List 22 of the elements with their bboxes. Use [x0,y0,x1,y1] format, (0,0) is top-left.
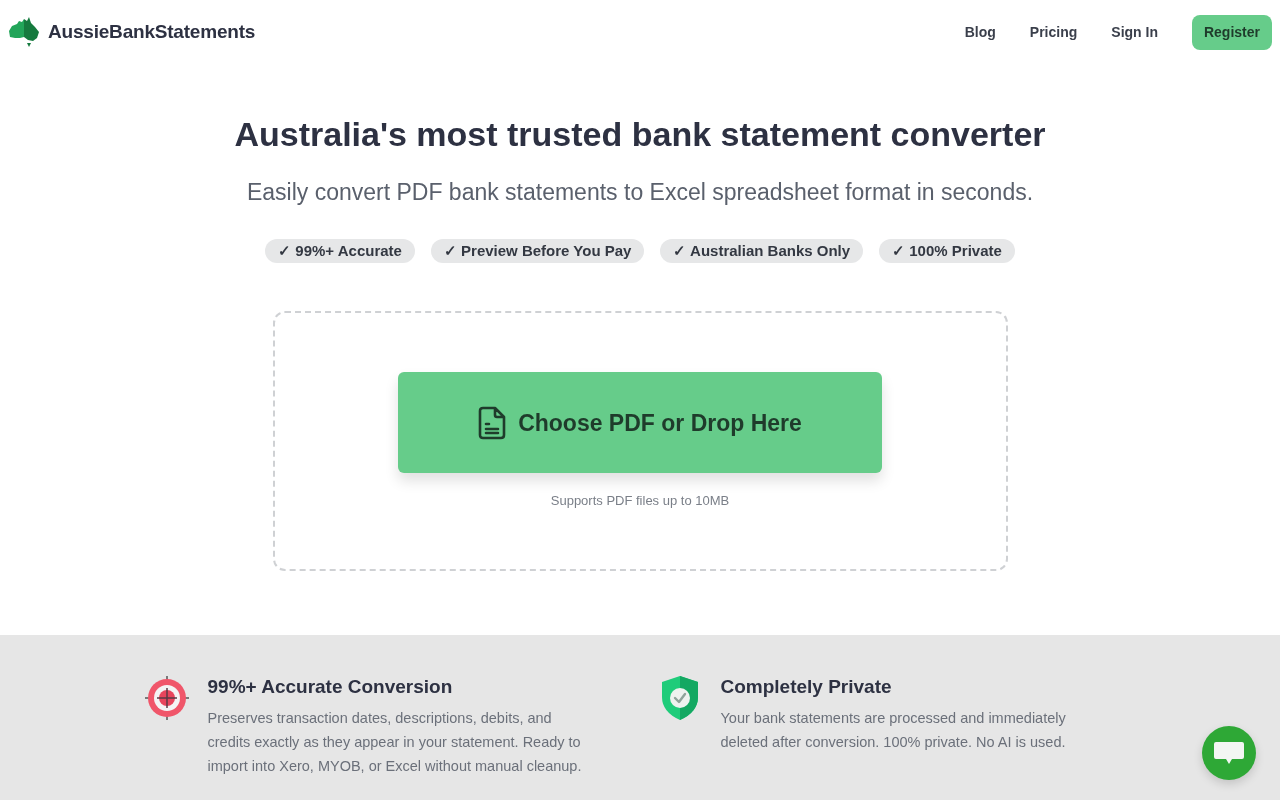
feature-badge: ✓ 100% Private [879,239,1015,264]
upload-hint: Supports PDF files up to 10MB [549,492,731,511]
register-button[interactable]: Register [1191,14,1272,50]
nav-link[interactable]: Blog [964,15,996,49]
chat-bubble-icon [1213,740,1245,766]
subheading: Easily convert PDF bank statements to Excel spreadsheet format in seconds. [245,177,1035,207]
feature-title: 99%+ Accurate Conversion [207,675,454,700]
brand-name[interactable]: AussieBankStatements [48,17,256,47]
australia-map-logo-icon[interactable] [8,16,40,48]
nav-link[interactable]: Pricing [1029,15,1078,49]
feature-description: Your bank statements are processed and immediately deleted after conversion. 100% private. No AI is used. [720,709,1067,752]
feature-description: Preserves transaction dates, descriptions, debits, and credits exactly as they appear in your statement. Ready to import into Xero, MYOB, or Excel without manual cleanup. [207,709,583,776]
choose-pdf-button[interactable]: Choose PDF or Drop Here [398,372,882,474]
feature-badge: ✓ Australian Banks Only [660,239,864,264]
page-heading: Australia's most trusted bank statement converter [233,114,1047,155]
drop-zone[interactable]: Choose PDF or Drop Here Supports PDF files up to 10MB [272,311,1008,572]
target-icon [143,675,190,722]
feature-badge: ✓ 99%+ Accurate [265,239,415,264]
document-icon [478,405,507,440]
nav-link[interactable]: Sign In [1111,15,1158,49]
feature-badge: ✓ Preview Before You Pay [430,239,645,264]
feature-title: Completely Private [720,675,893,700]
